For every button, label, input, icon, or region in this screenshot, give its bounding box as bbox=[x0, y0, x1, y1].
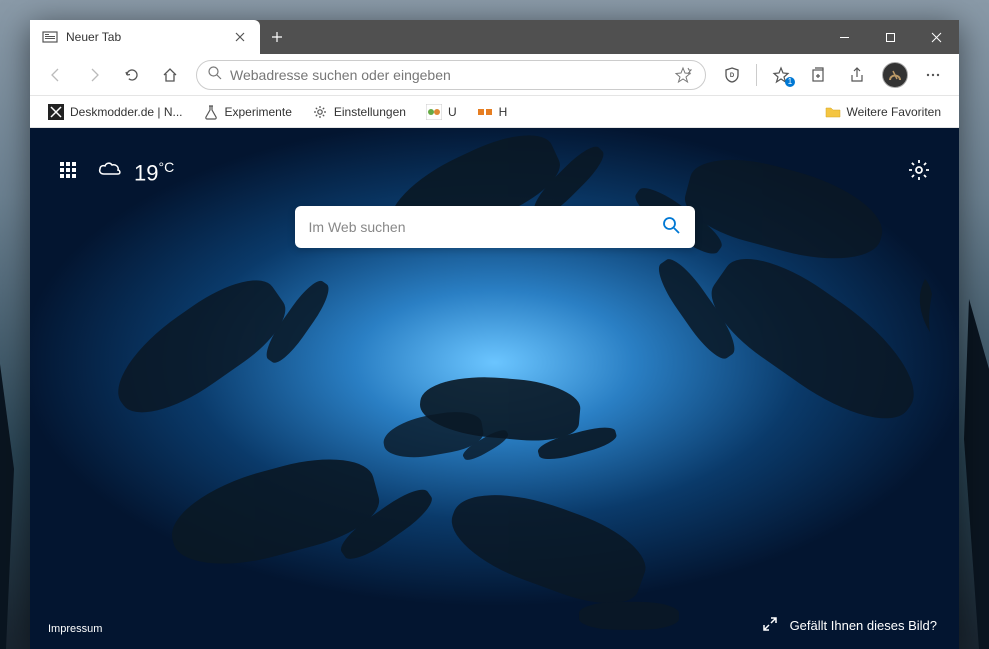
whale-silhouette bbox=[440, 475, 655, 619]
whale-silhouette bbox=[380, 406, 485, 463]
collections-button[interactable] bbox=[801, 59, 837, 91]
shield-button[interactable]: D bbox=[714, 59, 750, 91]
gear-icon bbox=[312, 104, 328, 120]
like-image-link[interactable]: Gefällt Ihnen dieses Bild? bbox=[762, 616, 937, 635]
bookmarks-bar: Deskmodder.de | N... Experimente Einstel… bbox=[30, 96, 959, 128]
whale-silhouette bbox=[696, 237, 936, 443]
bookmark-einstellungen[interactable]: Einstellungen bbox=[304, 101, 414, 123]
back-button[interactable] bbox=[38, 59, 74, 91]
bookmark-label: Weitere Favoriten bbox=[847, 105, 941, 119]
browser-window: Neuer Tab bbox=[30, 20, 959, 649]
favorites-button[interactable]: 1 bbox=[763, 59, 799, 91]
tab-title: Neuer Tab bbox=[66, 30, 222, 44]
forward-button[interactable] bbox=[76, 59, 112, 91]
address-bar[interactable] bbox=[196, 60, 706, 90]
bookmark-overflow[interactable]: Weitere Favoriten bbox=[817, 101, 949, 123]
refresh-button[interactable] bbox=[114, 59, 150, 91]
like-image-text: Gefällt Ihnen dieses Bild? bbox=[790, 618, 937, 633]
bookmark-label: H bbox=[499, 105, 508, 119]
search-icon bbox=[207, 65, 222, 85]
expand-icon bbox=[762, 616, 778, 635]
bookmark-experimente[interactable]: Experimente bbox=[195, 101, 300, 123]
weather-icon bbox=[96, 156, 124, 189]
page-content: 19°C Impressum Gefällt Ihnen dieses Bild… bbox=[30, 128, 959, 649]
ntp-top-row: 19°C bbox=[30, 156, 959, 189]
bookmark-u[interactable]: U bbox=[418, 101, 465, 123]
new-tab-button[interactable] bbox=[260, 20, 294, 54]
tab-favicon bbox=[42, 29, 58, 45]
home-button[interactable] bbox=[152, 59, 188, 91]
browser-tab[interactable]: Neuer Tab bbox=[30, 20, 260, 54]
profile-button[interactable] bbox=[877, 59, 913, 91]
maximize-button[interactable] bbox=[867, 20, 913, 54]
bookmark-favicon bbox=[477, 104, 493, 120]
svg-text:D: D bbox=[730, 73, 735, 79]
flask-icon bbox=[203, 104, 219, 120]
bookmark-label: Deskmodder.de | N... bbox=[70, 105, 183, 119]
whale-silhouette bbox=[162, 445, 387, 581]
address-input[interactable] bbox=[230, 67, 663, 83]
avatar-icon bbox=[882, 62, 908, 88]
bird-silhouette bbox=[910, 274, 940, 334]
favorites-badge: 1 bbox=[785, 77, 795, 87]
bookmark-h[interactable]: H bbox=[469, 101, 516, 123]
reading-mode-button[interactable] bbox=[671, 63, 695, 87]
temperature-value: 19°C bbox=[134, 159, 174, 186]
close-window-button[interactable] bbox=[913, 20, 959, 54]
bookmark-favicon bbox=[48, 104, 64, 120]
weather-widget[interactable]: 19°C bbox=[96, 156, 174, 189]
bookmark-favicon bbox=[426, 104, 442, 120]
bookmark-deskmodder[interactable]: Deskmodder.de | N... bbox=[40, 101, 191, 123]
impressum-link[interactable]: Impressum bbox=[48, 623, 102, 635]
tab-close-button[interactable] bbox=[230, 27, 250, 47]
whale-silhouette bbox=[100, 263, 299, 433]
minimize-button[interactable] bbox=[821, 20, 867, 54]
web-search-button[interactable] bbox=[661, 215, 681, 240]
folder-icon bbox=[825, 104, 841, 120]
bookmark-label: Experimente bbox=[225, 105, 292, 119]
web-search-box[interactable] bbox=[295, 206, 695, 248]
web-search-input[interactable] bbox=[309, 219, 661, 235]
bookmark-label: Einstellungen bbox=[334, 105, 406, 119]
apps-grid-button[interactable] bbox=[58, 160, 78, 185]
bookmark-label: U bbox=[448, 105, 457, 119]
titlebar: Neuer Tab bbox=[30, 20, 959, 54]
share-button[interactable] bbox=[839, 59, 875, 91]
toolbar: D 1 bbox=[30, 54, 959, 96]
menu-button[interactable] bbox=[915, 59, 951, 91]
page-settings-button[interactable] bbox=[907, 158, 931, 187]
